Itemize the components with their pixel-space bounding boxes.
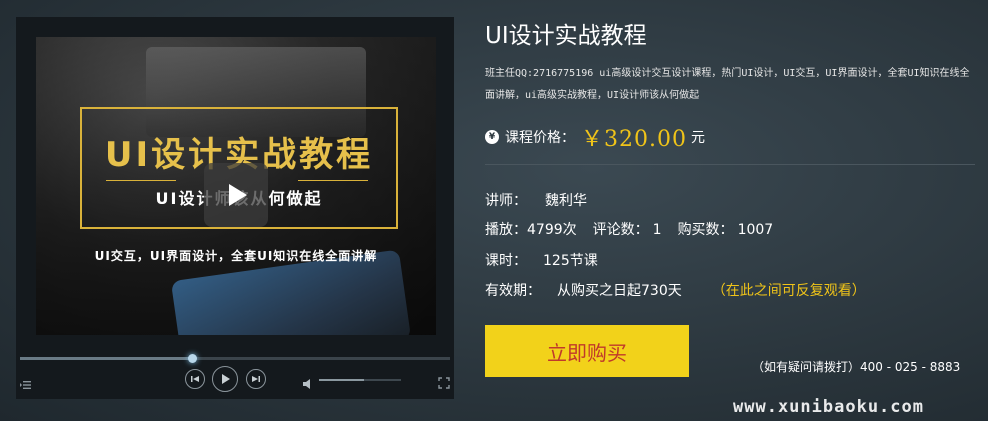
validity-label: 有效期： bbox=[485, 283, 541, 299]
video-thumbnail[interactable]: UI设计实战教程 UI设计师该从何做起 UI交互，UI界面设计，全套UI知识在线… bbox=[36, 37, 436, 335]
play-icon bbox=[229, 184, 247, 206]
teacher-label: 讲师： bbox=[485, 193, 527, 209]
fullscreen-icon[interactable] bbox=[438, 374, 450, 393]
progress-bar[interactable] bbox=[20, 354, 450, 363]
play-overlay-button[interactable] bbox=[204, 163, 268, 227]
promo-tagline: UI交互，UI界面设计，全套UI知识在线全面讲解 bbox=[94, 249, 378, 263]
plays-value: 4799次 bbox=[527, 222, 577, 238]
teacher-row: 讲师： 魏利华 bbox=[485, 190, 587, 210]
price-value: ￥320.00 bbox=[581, 127, 687, 152]
progress-handle[interactable] bbox=[188, 354, 197, 363]
volume-icon[interactable] bbox=[303, 374, 314, 393]
validity-row: 有效期： 从购买之日起730天 （在此之间可反复观看） bbox=[485, 280, 866, 300]
comments-value: 1 bbox=[652, 222, 662, 238]
plays-label: 播放： bbox=[485, 222, 527, 238]
player-controls bbox=[16, 349, 454, 399]
promo-divider bbox=[106, 180, 176, 181]
video-player[interactable]: UI设计实战教程 UI设计师该从何做起 UI交互，UI界面设计，全套UI知识在线… bbox=[16, 17, 454, 399]
play-button[interactable] bbox=[212, 366, 238, 392]
lessons-label: 课时： bbox=[485, 253, 527, 269]
buy-now-button[interactable]: 立即购买 bbox=[485, 325, 689, 377]
watermark: www.xunibaoku.com bbox=[733, 397, 924, 417]
course-title: UI设计实战教程 bbox=[485, 23, 647, 49]
validity-value: 从购买之日起730天 bbox=[557, 283, 682, 299]
hotline-text: （如有疑问请拨打）400 - 025 - 8883 bbox=[752, 360, 961, 374]
price-label: 课程价格： bbox=[505, 130, 575, 146]
lessons-value: 125节课 bbox=[543, 253, 598, 269]
course-description: 班主任QQ:2716775196 ui高级设计交互设计课程，热门UI设计，UI交… bbox=[485, 68, 970, 101]
teacher-name: 魏利华 bbox=[545, 193, 587, 209]
play-icon bbox=[222, 374, 230, 384]
comments-label: 评论数： bbox=[592, 222, 649, 238]
next-icon bbox=[252, 376, 260, 382]
lessons-row: 课时： 125节课 bbox=[485, 250, 598, 270]
price-row: ¥ 课程价格： ￥320.00 元 bbox=[485, 121, 705, 153]
divider bbox=[485, 164, 975, 165]
volume-slider[interactable] bbox=[319, 379, 401, 381]
previous-icon bbox=[191, 376, 199, 382]
stats-row: 播放：4799次 评论数： 1 购买数： 1007 bbox=[485, 219, 773, 239]
progress-fill bbox=[20, 357, 192, 360]
validity-note: （在此之间可反复观看） bbox=[711, 283, 866, 299]
playlist-icon[interactable] bbox=[20, 375, 32, 394]
price-unit: 元 bbox=[690, 130, 705, 146]
previous-button[interactable] bbox=[185, 369, 205, 389]
purchases-value: 1007 bbox=[737, 222, 774, 238]
promo-divider bbox=[298, 180, 368, 181]
next-button[interactable] bbox=[246, 369, 266, 389]
volume-fill bbox=[319, 379, 365, 381]
purchases-label: 购买数： bbox=[677, 222, 734, 238]
yen-icon: ¥ bbox=[485, 130, 499, 144]
